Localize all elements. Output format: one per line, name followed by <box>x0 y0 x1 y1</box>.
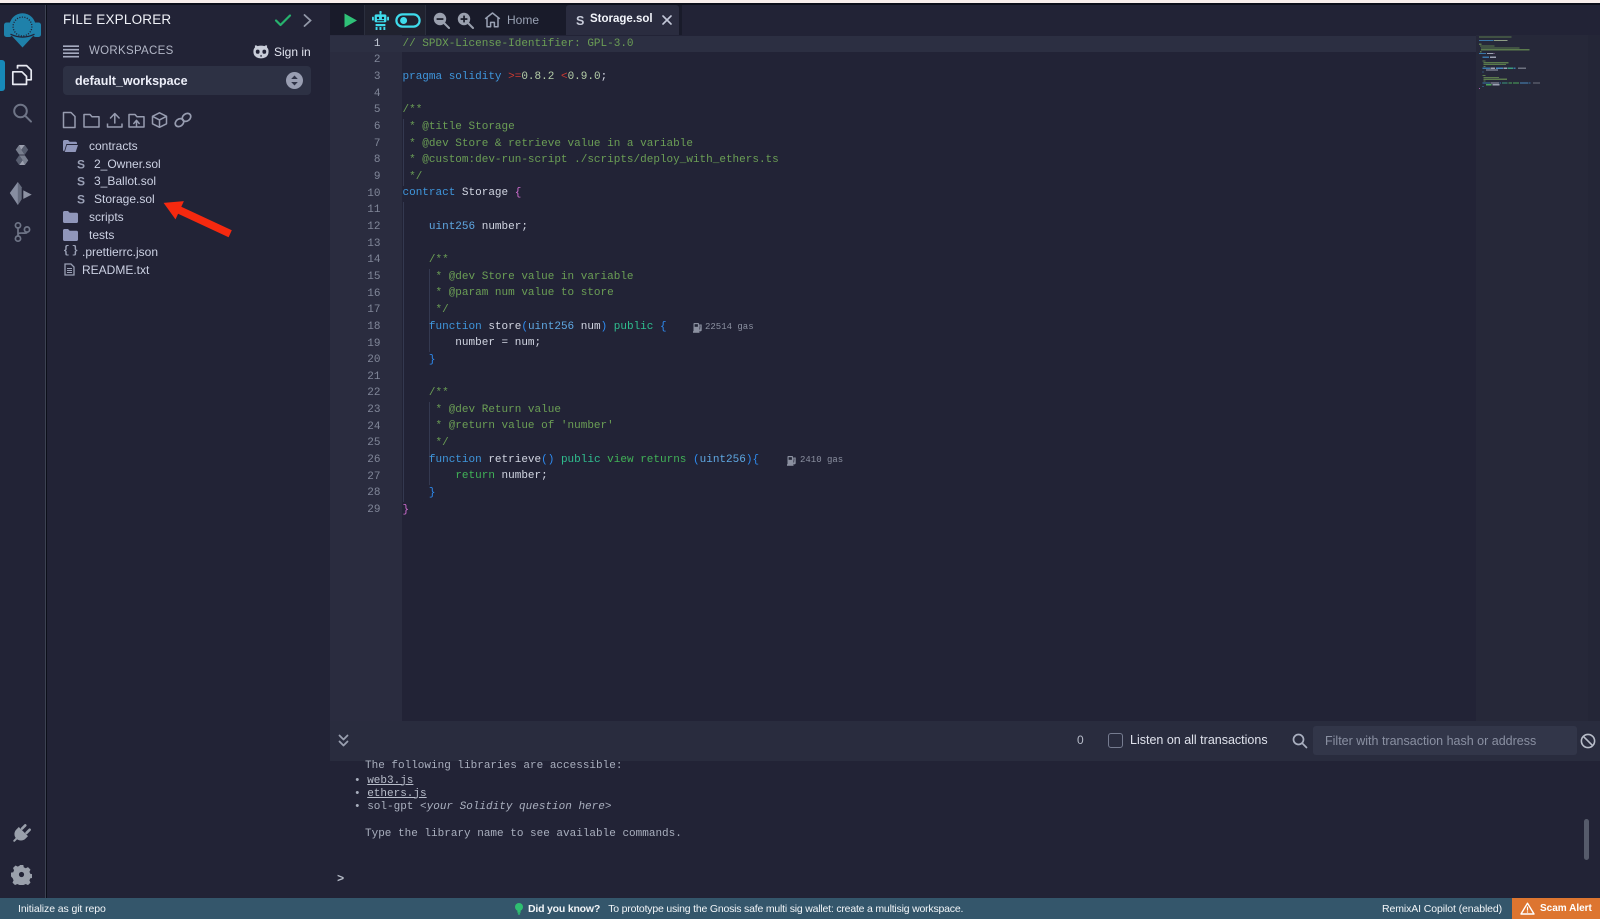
svg-text:S: S <box>77 175 85 189</box>
svg-text:S: S <box>77 157 85 171</box>
svg-text:S: S <box>576 14 584 27</box>
svg-text:S: S <box>77 193 85 207</box>
